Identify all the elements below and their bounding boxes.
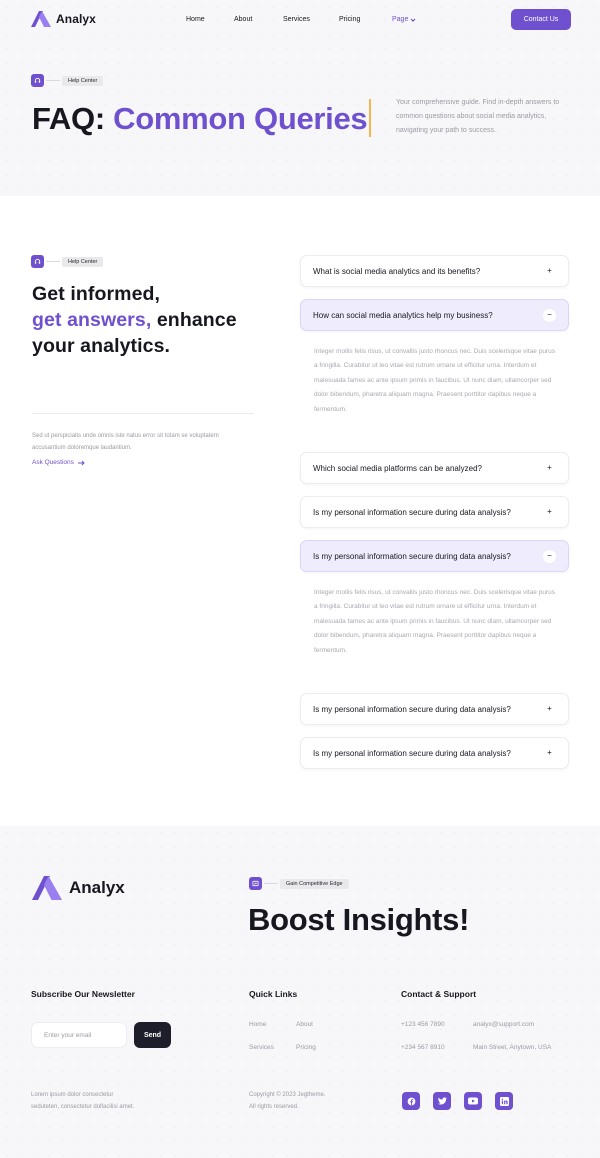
faq-heading: Get informed, get answers, enhance your …	[32, 281, 237, 359]
logo-mark-icon	[31, 11, 51, 27]
nav-services[interactable]: Services	[283, 16, 310, 23]
chevron-down-icon	[410, 18, 416, 22]
ask-questions-label: Ask Questions	[32, 459, 74, 466]
faq-question-text: Is my personal information secure during…	[313, 551, 511, 561]
footer-link-home[interactable]: Home	[249, 1021, 266, 1028]
twitter-icon[interactable]	[433, 1092, 451, 1110]
plus-icon: +	[543, 461, 556, 475]
faq-help-center-chip: Help Center	[31, 255, 104, 268]
faq-heading-line-2: get answers, enhance	[32, 307, 237, 333]
footer-link-services[interactable]: Services	[249, 1044, 274, 1051]
brand-logo[interactable]: Analyx	[31, 11, 96, 27]
contact-support-title: Contact & Support	[401, 989, 477, 999]
headset-icon	[31, 74, 44, 87]
brand-name: Analyx	[56, 12, 96, 26]
faq-question-text: Is my personal information secure during…	[313, 748, 511, 758]
nav-page-dropdown[interactable]: Page	[392, 16, 416, 23]
quick-links-title: Quick Links	[249, 989, 298, 999]
chart-icon	[249, 877, 262, 890]
page-title-prefix: FAQ:	[32, 101, 114, 136]
copyright: Copyright © 2023 Jegtheme. All rights re…	[249, 1089, 325, 1113]
faq-heading-line-3: your analytics.	[32, 335, 171, 357]
minus-icon: −	[543, 308, 556, 322]
plus-icon: +	[543, 702, 556, 716]
plus-icon: +	[543, 264, 556, 278]
competitive-edge-chip: Gain Competitive Edge	[249, 877, 349, 890]
faq-question-5[interactable]: Is my personal information secure during…	[300, 540, 569, 572]
headset-icon	[31, 255, 44, 268]
faq-answer-5: Integer mollis felis risus, ut convallis…	[314, 589, 555, 654]
faq-heading-line-2-rest: enhance	[151, 309, 237, 331]
section-divider	[32, 413, 254, 414]
footer-link-pricing[interactable]: Pricing	[296, 1044, 316, 1051]
logo-mark-icon	[32, 876, 62, 900]
linkedin-icon[interactable]	[495, 1092, 513, 1110]
phone-2[interactable]: +234 567 8910	[401, 1044, 445, 1051]
nav-about[interactable]: About	[234, 16, 252, 23]
chip-label: Gain Competitive Edge	[280, 878, 349, 889]
footer-lorem: Lorem ipsum dolor consectetur seduteten,…	[31, 1089, 134, 1113]
youtube-icon[interactable]	[464, 1092, 482, 1110]
phone-1[interactable]: +123 456 7890	[401, 1021, 445, 1028]
contact-us-button[interactable]: Contact Us	[511, 9, 571, 30]
plus-icon: +	[543, 505, 556, 519]
chip-connector	[46, 80, 60, 81]
footer-lorem-line-2: seduteten, consectetur dolfacilisi amet.	[31, 1104, 135, 1110]
send-button[interactable]: Send	[134, 1022, 171, 1048]
hero-description: Your comprehensive guide. Find in-depth …	[396, 99, 560, 134]
email-input[interactable]: Enter your email	[31, 1022, 127, 1048]
faq-question-7[interactable]: Is my personal information secure during…	[300, 737, 569, 769]
faq-question-text: Which social media platforms can be anal…	[313, 463, 482, 473]
footer-lorem-line-1: Lorem ipsum dolor consectetur	[31, 1092, 114, 1098]
facebook-icon[interactable]	[402, 1092, 420, 1110]
chip-connector	[46, 261, 60, 262]
faq-side-description: Sed ut perspiciatis unde omnis iste natu…	[32, 433, 219, 451]
copyright-line-1: Copyright © 2023 Jegtheme.	[249, 1092, 326, 1098]
faq-question-text: Is my personal information secure during…	[313, 704, 511, 714]
faq-question-3[interactable]: Which social media platforms can be anal…	[300, 452, 569, 484]
faq-heading-line-1: Get informed,	[32, 283, 161, 305]
faq-heading-highlight: get answers,	[32, 309, 152, 331]
faq-question-text: Is my personal information secure during…	[313, 507, 511, 517]
chip-label: Help Center	[62, 256, 104, 267]
nav-pricing[interactable]: Pricing	[339, 16, 360, 23]
faq-question-2[interactable]: How can social media analytics help my b…	[300, 299, 569, 331]
page-title-highlight: Common Queries	[113, 101, 368, 136]
nav-page-label: Page	[392, 16, 409, 23]
boost-heading: Boost Insights!	[248, 902, 470, 937]
footer-brand-name: Analyx	[69, 878, 125, 897]
support-email[interactable]: analyx@support.com	[473, 1021, 534, 1028]
footer-link-about[interactable]: About	[296, 1021, 313, 1028]
page-title: FAQ: Common Queries	[32, 101, 368, 137]
faq-question-1[interactable]: What is social media analytics and its b…	[300, 255, 569, 287]
faq-answer-2: Integer mollis felis risus, ut convallis…	[314, 348, 555, 413]
ask-questions-link[interactable]: Ask Questions	[32, 459, 85, 466]
faq-question-4[interactable]: Is my personal information secure during…	[300, 496, 569, 528]
nav-home[interactable]: Home	[186, 16, 205, 23]
minus-icon: −	[543, 549, 556, 563]
arrow-right-icon	[77, 460, 85, 465]
faq-question-6[interactable]: Is my personal information secure during…	[300, 693, 569, 725]
help-center-chip: Help Center	[31, 74, 104, 87]
plus-icon: +	[543, 746, 556, 760]
newsletter-title: Subscribe Our Newsletter	[31, 989, 135, 999]
address: Main Street, Anytown, USA	[473, 1044, 552, 1051]
chip-connector	[264, 883, 278, 884]
footer-brand-logo[interactable]: Analyx	[31, 876, 125, 900]
faq-question-text: What is social media analytics and its b…	[313, 266, 481, 276]
hero-accent-bar	[369, 99, 371, 137]
faq-question-text: How can social media analytics help my b…	[313, 310, 493, 320]
copyright-line-2: All rights reserved.	[249, 1104, 299, 1110]
chip-label: Help Center	[62, 75, 104, 86]
